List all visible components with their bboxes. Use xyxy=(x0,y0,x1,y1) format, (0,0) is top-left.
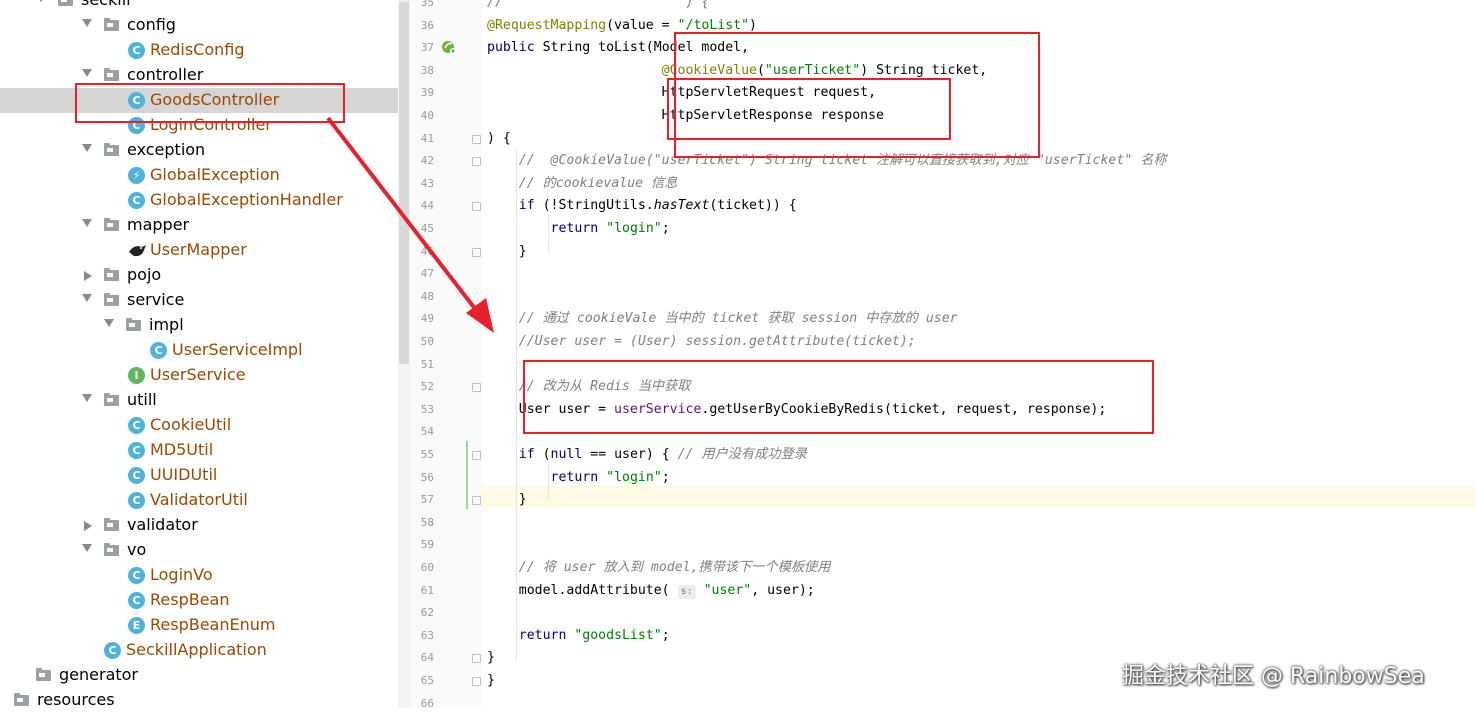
watermark: 掘金技术社区 @ RainbowSea xyxy=(1122,664,1425,689)
annotation-arrow xyxy=(326,116,494,333)
